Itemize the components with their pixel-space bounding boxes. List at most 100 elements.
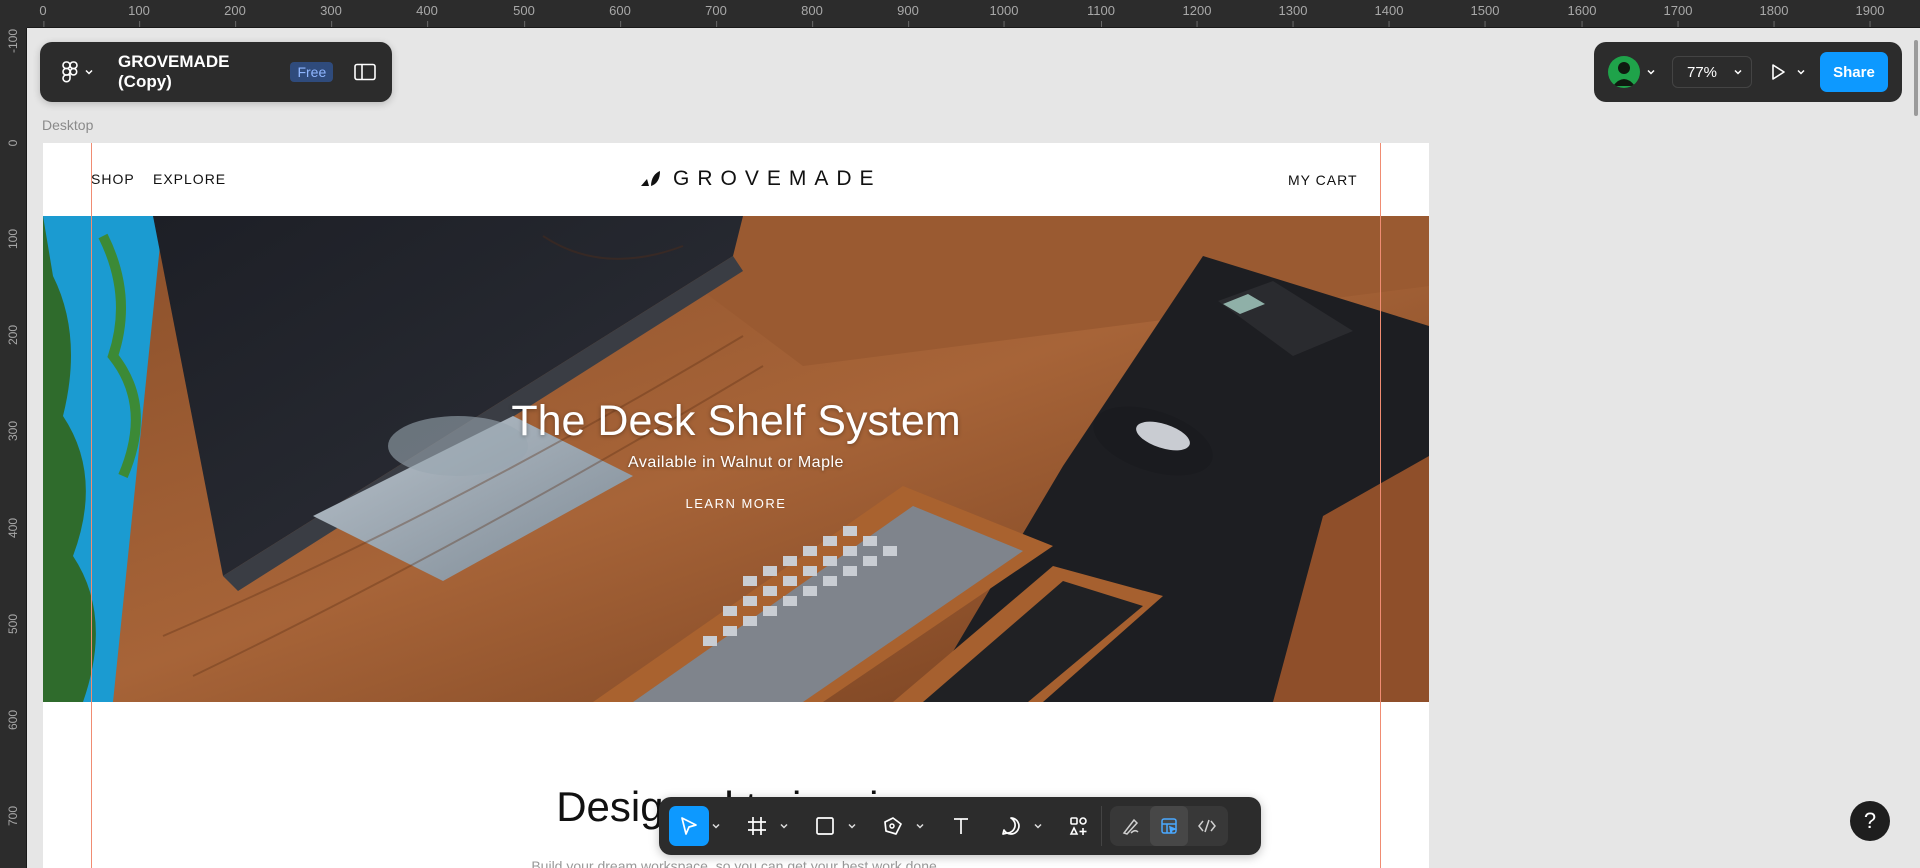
- help-button[interactable]: ?: [1850, 801, 1890, 841]
- share-toolbar: 77% Share: [1594, 42, 1902, 102]
- hero-banner: The Desk Shelf System Available in Walnu…: [43, 216, 1429, 702]
- frame-label[interactable]: Desktop: [42, 117, 93, 133]
- zoom-dropdown[interactable]: 77%: [1672, 56, 1752, 88]
- chevron-down-icon: [85, 69, 93, 75]
- ruler-tick: 300: [6, 420, 20, 441]
- move-tool-button[interactable]: [669, 806, 709, 846]
- ruler-corner: [0, 0, 27, 28]
- chevron-down-icon: [1797, 69, 1805, 75]
- ruler-tick: 1100: [1087, 3, 1115, 27]
- chevron-down-icon: [780, 823, 788, 829]
- ruler-tick: 1800: [1759, 3, 1789, 27]
- chevron-down-icon: [1034, 823, 1042, 829]
- ruler-tick: 600: [609, 3, 631, 27]
- logo-text: GROVEMADE: [673, 167, 882, 190]
- file-toolbar: GROVEMADE (Copy) Free: [40, 42, 392, 102]
- ruler-tick: 100: [6, 228, 20, 249]
- ruler-tick: 900: [897, 3, 919, 27]
- ruler-tick: 1200: [1182, 3, 1212, 27]
- hero-title: The Desk Shelf System: [511, 397, 961, 445]
- ruler-tick: 1500: [1470, 3, 1500, 27]
- ruler-tick: 500: [513, 3, 535, 27]
- ruler-tick: -100: [6, 28, 20, 53]
- text-tool-icon: [954, 818, 968, 834]
- ruler-tick: 700: [705, 3, 727, 27]
- plan-badge[interactable]: Free: [290, 62, 334, 82]
- design-mode-button[interactable]: [1150, 806, 1188, 846]
- comment-tool-button[interactable]: [991, 806, 1031, 846]
- site-logo[interactable]: GROVEMADE: [639, 167, 882, 191]
- nav-shop[interactable]: SHOP: [91, 171, 135, 187]
- play-icon: [1772, 64, 1785, 80]
- ruler-tick: 600: [6, 709, 20, 730]
- ruler-tick: 0: [39, 3, 47, 27]
- file-title[interactable]: GROVEMADE (Copy): [118, 52, 280, 92]
- share-button[interactable]: Share: [1820, 52, 1888, 92]
- pen-tool-icon: [884, 817, 902, 835]
- dev-mode-button[interactable]: [1188, 806, 1226, 846]
- move-tool-menu[interactable]: [709, 806, 723, 846]
- actions-icon: [1069, 817, 1087, 835]
- chevron-down-icon: [916, 823, 924, 829]
- desktop-frame[interactable]: SHOP EXPLORE GROVEMADE MY CART The Desk …: [43, 143, 1429, 868]
- rectangle-tool-menu[interactable]: [845, 806, 859, 846]
- tools-toolbar: [659, 797, 1261, 855]
- ruler-tick: 1300: [1278, 3, 1308, 27]
- ruler-tick: 400: [6, 517, 20, 538]
- design-mode-icon: [1161, 818, 1178, 834]
- layout-guide-right: [1380, 143, 1381, 868]
- ruler-tick: 1700: [1663, 3, 1693, 27]
- ruler-tick: 100: [128, 3, 150, 27]
- nav-cart[interactable]: MY CART: [1288, 172, 1358, 188]
- text-tool-button[interactable]: [941, 806, 981, 846]
- ruler-vertical: -100 0 100 200 300 400 500 600 700: [0, 28, 27, 868]
- frame-tool-icon: [748, 817, 766, 835]
- canvas-scrollbar[interactable]: [1914, 40, 1918, 116]
- chevron-down-icon: [848, 823, 856, 829]
- ruler-tick: 1000: [989, 3, 1019, 27]
- avatar-icon: [1608, 56, 1640, 88]
- ruler-tick: 1900: [1855, 3, 1885, 27]
- ruler-tick: 800: [801, 3, 823, 27]
- ruler-tick: 1400: [1374, 3, 1404, 27]
- chevron-down-icon: [1647, 69, 1655, 75]
- toolbar-divider: [1101, 806, 1102, 846]
- ruler-horizontal: 0 100 200 300 400 500 600 700 800 900 10…: [0, 0, 1920, 28]
- pen-tool-button[interactable]: [873, 806, 913, 846]
- sidebar-toggle-button[interactable]: [351, 58, 378, 86]
- learn-more-link[interactable]: LEARN MORE: [675, 496, 797, 511]
- mode-switcher: [1110, 806, 1228, 846]
- rectangle-tool-icon: [816, 817, 834, 835]
- comment-tool-icon: [1002, 817, 1020, 835]
- ruler-tick: 300: [320, 3, 342, 27]
- draw-mode-button[interactable]: [1112, 806, 1150, 846]
- hero-subtitle: Available in Walnut or Maple: [628, 454, 844, 471]
- ruler-tick: 0: [6, 139, 20, 147]
- zoom-level: 77%: [1687, 63, 1718, 81]
- draw-mode-icon: [1122, 818, 1139, 835]
- layout-guide-left: [91, 143, 92, 868]
- figma-menu-icon: [62, 61, 78, 83]
- actions-button[interactable]: [1059, 806, 1099, 846]
- chevron-down-icon: [712, 823, 720, 829]
- chevron-down-icon: [1734, 69, 1742, 75]
- main-menu-button[interactable]: [54, 55, 102, 89]
- ruler-tick: 500: [6, 613, 20, 634]
- rectangle-tool-button[interactable]: [805, 806, 845, 846]
- comment-tool-menu[interactable]: [1031, 806, 1045, 846]
- present-button[interactable]: [1768, 62, 1806, 82]
- pen-tool-menu[interactable]: [913, 806, 927, 846]
- frame-tool-button[interactable]: [737, 806, 777, 846]
- move-tool-icon: [681, 817, 697, 835]
- dev-mode-icon: [1198, 819, 1216, 833]
- multiplayer-menu[interactable]: [1608, 56, 1656, 88]
- section-subtitle: Build your dream workspace, so you can g…: [531, 858, 941, 868]
- ruler-tick: 400: [416, 3, 438, 27]
- ruler-tick: 200: [224, 3, 246, 27]
- ruler-tick: 700: [6, 805, 20, 826]
- site-header: SHOP EXPLORE GROVEMADE MY CART: [43, 143, 1429, 216]
- sidebar-toggle-icon: [353, 63, 376, 81]
- ruler-tick: 200: [6, 324, 20, 345]
- frame-tool-menu[interactable]: [777, 806, 791, 846]
- nav-explore[interactable]: EXPLORE: [153, 171, 226, 187]
